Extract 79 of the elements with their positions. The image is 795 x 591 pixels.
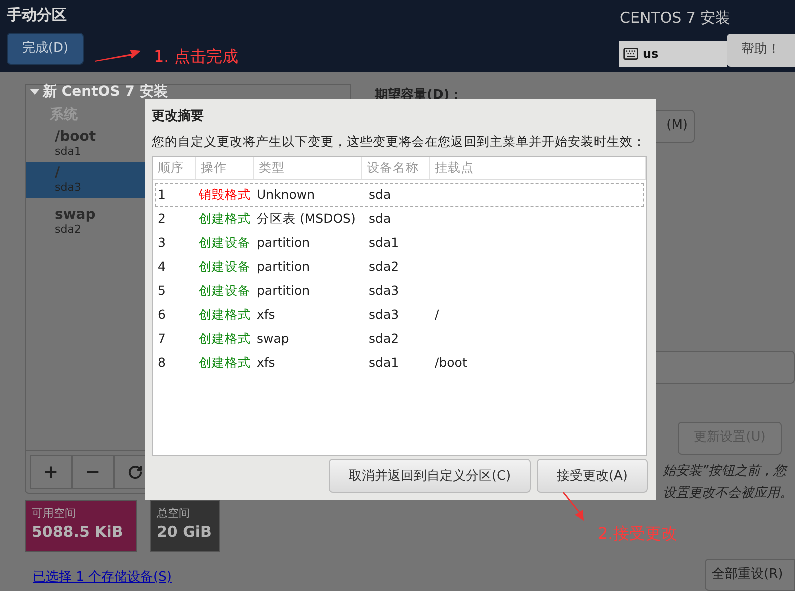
table-cell-text: 创建格式 — [198, 210, 252, 228]
table-row[interactable]: 1 销毁格式 Unknown sda — [155, 183, 644, 208]
mount-point: /boot — [55, 129, 96, 145]
table-cell-text: sda3 — [368, 282, 400, 300]
installation-group-label: 新 CentOS 7 安装 — [43, 85, 168, 99]
space-label: 总空间 — [157, 507, 191, 521]
keyboard-icon — [623, 46, 639, 62]
keyboard-layout-field[interactable]: us — [619, 40, 727, 66]
table-cell-text: sda — [368, 186, 392, 204]
table-cell-text: sda2 — [368, 330, 400, 348]
column-header[interactable]: 顺序 — [153, 157, 196, 180]
table-cell-text: 5 — [157, 282, 167, 300]
table-cell-text: swap — [256, 330, 290, 348]
table-cell-text: 2 — [157, 210, 167, 228]
table-cell-text: 创建格式 — [198, 306, 252, 324]
table-cell-text: / — [434, 306, 440, 324]
table-row[interactable]: 8 创建格式 xfs sda1 /boot — [155, 351, 644, 376]
expander-icon[interactable] — [30, 89, 40, 95]
table-row[interactable]: 3 创建设备 partition sda1 — [155, 231, 644, 256]
mount-point: / — [55, 165, 60, 181]
table-cell-text: 分区表 (MSDOS) — [256, 210, 357, 228]
reset-all-button[interactable]: 全部重设(R) — [705, 558, 795, 590]
table-cell-text: xfs — [256, 354, 276, 372]
table-row[interactable]: 4 创建设备 partition sda2 — [155, 255, 644, 280]
remove-button[interactable]: − — [72, 455, 114, 489]
help-button[interactable]: 帮助！ — [727, 34, 795, 66]
product-title: CENTOS 7 安装 — [620, 8, 731, 29]
cancel-button[interactable]: 取消并返回到自定义分区(C) — [329, 459, 531, 494]
table-cell-text: Unknown — [256, 186, 316, 204]
table-cell-text: partition — [256, 234, 312, 252]
note-text: 设置更改不会被应用。 — [663, 484, 794, 502]
table-cell-text: 创建设备 — [198, 258, 252, 276]
table-cell-text: sda1 — [368, 234, 400, 252]
table-cell-text: 创建格式 — [198, 354, 252, 372]
column-header[interactable]: 操作 — [196, 157, 254, 180]
table-cell-text: partition — [256, 258, 312, 276]
device-name: sda1 — [55, 145, 82, 159]
table-cell-text: 3 — [157, 234, 167, 252]
device-name: sda3 — [55, 181, 82, 195]
space-value: 20 GiB — [157, 522, 212, 543]
table-cell-text: 创建格式 — [198, 330, 252, 348]
table-cell-text: sda2 — [368, 258, 400, 276]
table-cell-text: 4 — [157, 258, 167, 276]
mount-point: swap — [55, 207, 96, 223]
annotation-text: 2.接受更改 — [598, 523, 678, 545]
annotation-arrow — [94, 48, 142, 64]
table-cell-text: xfs — [256, 306, 276, 324]
table-cell-text: 8 — [157, 354, 167, 372]
dialog-title: 更改摘要 — [152, 108, 205, 126]
table-cell-text: sda1 — [368, 354, 400, 372]
column-header[interactable]: 设备名称 — [362, 157, 430, 180]
space-value: 5088.5 KiB — [32, 522, 124, 543]
table-cell-text: 7 — [157, 330, 167, 348]
storage-devices-link[interactable]: 已选择 1 个存储设备(S) — [33, 568, 172, 588]
table-cell-text: sda — [368, 210, 392, 228]
table-cell-text: partition — [256, 282, 312, 300]
table-cell-text: 1 — [157, 186, 167, 204]
page-title: 手动分区 — [7, 5, 68, 26]
table-cell-text: /boot — [434, 354, 468, 372]
add-button[interactable]: + — [30, 455, 72, 489]
table-cell-text: 创建设备 — [198, 234, 252, 252]
table-row[interactable]: 7 创建格式 swap sda2 — [155, 327, 644, 352]
done-button[interactable]: 完成(D) — [7, 32, 84, 64]
column-header[interactable]: 类型 — [254, 157, 362, 180]
annotation-text: 1. 点击完成 — [154, 46, 238, 68]
table-cell-text: 6 — [157, 306, 167, 324]
table-cell-text: 销毁格式 — [198, 186, 252, 204]
accept-button[interactable]: 接受更改(A) — [537, 459, 648, 494]
table-row[interactable]: 2 创建格式 分区表 (MSDOS) sda — [155, 207, 644, 232]
space-label: 可用空间 — [32, 507, 77, 521]
annotation-arrow — [562, 492, 586, 522]
note-text: 始安装”按钮之前，您 — [663, 462, 789, 480]
table-cell-text: 创建设备 — [198, 282, 252, 300]
table-cell-text: sda3 — [368, 306, 400, 324]
device-name: sda2 — [55, 223, 82, 237]
table-row[interactable]: 5 创建设备 partition sda3 — [155, 279, 644, 304]
table-row[interactable]: 6 创建格式 xfs sda3 / — [155, 303, 644, 328]
column-header[interactable]: 挂载点 — [430, 157, 646, 180]
refresh-icon — [128, 464, 142, 480]
